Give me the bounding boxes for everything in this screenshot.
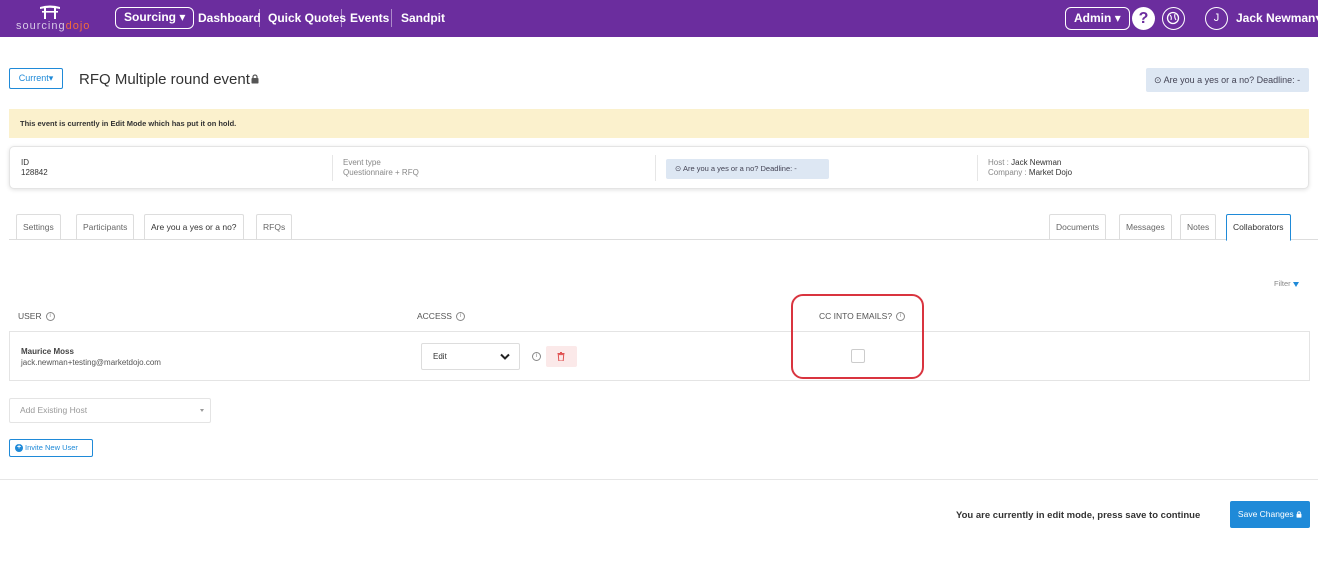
tab-documents[interactable]: Documents xyxy=(1049,214,1106,240)
event-info-card: ID 128842 Event type Questionnaire + RFQ… xyxy=(9,146,1309,189)
tabs-divider xyxy=(9,239,1318,240)
tab-questionnaire[interactable]: Are you a yes or a no? xyxy=(144,214,244,240)
nav-divider xyxy=(259,9,260,27)
info-icon[interactable]: i xyxy=(45,312,55,322)
user-menu[interactable]: Jack Newman▾ xyxy=(1236,11,1318,25)
user-avatar[interactable]: J xyxy=(1205,7,1228,30)
filter-button[interactable]: Filter xyxy=(1274,279,1299,288)
lock-icon xyxy=(251,74,259,84)
highlight-annotation xyxy=(791,294,924,379)
top-navbar: sourcingdojo Sourcing ▾ Dashboard Quick … xyxy=(0,0,1318,37)
tab-collaborators[interactable]: Collaborators xyxy=(1226,214,1291,241)
torii-gate-icon xyxy=(40,5,60,19)
delete-collaborator-button[interactable] xyxy=(546,346,577,367)
admin-dropdown[interactable]: Admin ▾ xyxy=(1065,7,1130,30)
column-header-user: USER i xyxy=(18,311,55,322)
tab-participants[interactable]: Participants xyxy=(76,214,135,240)
caret-down-icon: ▾ xyxy=(179,10,186,24)
tab-messages[interactable]: Messages xyxy=(1119,214,1172,240)
event-type: Event type Questionnaire + RFQ xyxy=(343,158,419,177)
nav-quick-quotes[interactable]: Quick Quotes xyxy=(268,11,346,25)
lock-icon xyxy=(1296,511,1302,518)
invite-new-user-button[interactable]: + Invite New User xyxy=(9,439,93,457)
globe-icon[interactable] xyxy=(1162,7,1185,30)
caret-down-icon: ▾ xyxy=(48,73,54,83)
collaborator-name: Maurice Moss xyxy=(21,347,74,356)
info-divider xyxy=(332,155,333,181)
tab-rfqs[interactable]: RFQs xyxy=(256,214,293,240)
chevron-down-icon xyxy=(500,353,510,360)
host-company: Host : Jack Newman Company : Market Dojo xyxy=(988,158,1073,177)
column-header-access: ACCESS i xyxy=(417,311,465,322)
clock-icon: ⊙ xyxy=(1154,75,1162,85)
sourcing-dojo-logo[interactable]: sourcingdojo xyxy=(16,3,94,35)
edit-mode-warning: This event is currently in Edit Mode whi… xyxy=(9,109,1309,138)
nav-divider xyxy=(341,9,342,27)
caret-down-icon xyxy=(200,409,204,412)
sourcing-dropdown[interactable]: Sourcing ▾ xyxy=(115,7,195,29)
deadline-indicator: ⊙ Are you a yes or a no? Deadline: - xyxy=(666,159,829,179)
info-divider xyxy=(977,155,978,181)
plus-circle-icon: + xyxy=(15,444,23,453)
nav-dashboard[interactable]: Dashboard xyxy=(198,11,261,25)
footer-divider xyxy=(0,479,1318,480)
nav-events[interactable]: Events xyxy=(350,11,389,25)
tab-notes[interactable]: Notes xyxy=(1180,214,1217,240)
clock-icon: ⊙ xyxy=(675,164,682,173)
filter-icon xyxy=(1292,281,1299,287)
tab-settings[interactable]: Settings xyxy=(16,214,61,240)
trash-icon xyxy=(557,352,565,361)
access-select[interactable]: Edit xyxy=(421,343,520,370)
save-changes-button[interactable]: Save Changes xyxy=(1230,501,1310,528)
event-id: ID 128842 xyxy=(21,158,48,177)
add-existing-host-select[interactable]: Add Existing Host xyxy=(9,398,211,423)
help-icon[interactable]: ? xyxy=(1132,7,1155,30)
nav-divider xyxy=(391,9,392,27)
edit-mode-message: You are currently in edit mode, press sa… xyxy=(956,510,1201,521)
event-title: RFQ Multiple round event xyxy=(79,71,250,88)
info-divider xyxy=(655,155,656,181)
logo-wordmark: sourcingdojo xyxy=(16,20,91,32)
info-icon[interactable]: i xyxy=(532,352,541,361)
caret-down-icon: ▾ xyxy=(1114,11,1121,25)
nav-sandpit[interactable]: Sandpit xyxy=(401,11,445,25)
deadline-indicator: ⊙ Are you a yes or a no? Deadline: - xyxy=(1146,68,1309,92)
current-round-dropdown[interactable]: Current▾ xyxy=(9,68,63,89)
collaborator-email: jack.newman+testing@marketdojo.com xyxy=(21,358,161,367)
table-row: Maurice Moss jack.newman+testing@marketd… xyxy=(9,331,1310,381)
info-icon[interactable]: i xyxy=(455,312,465,322)
